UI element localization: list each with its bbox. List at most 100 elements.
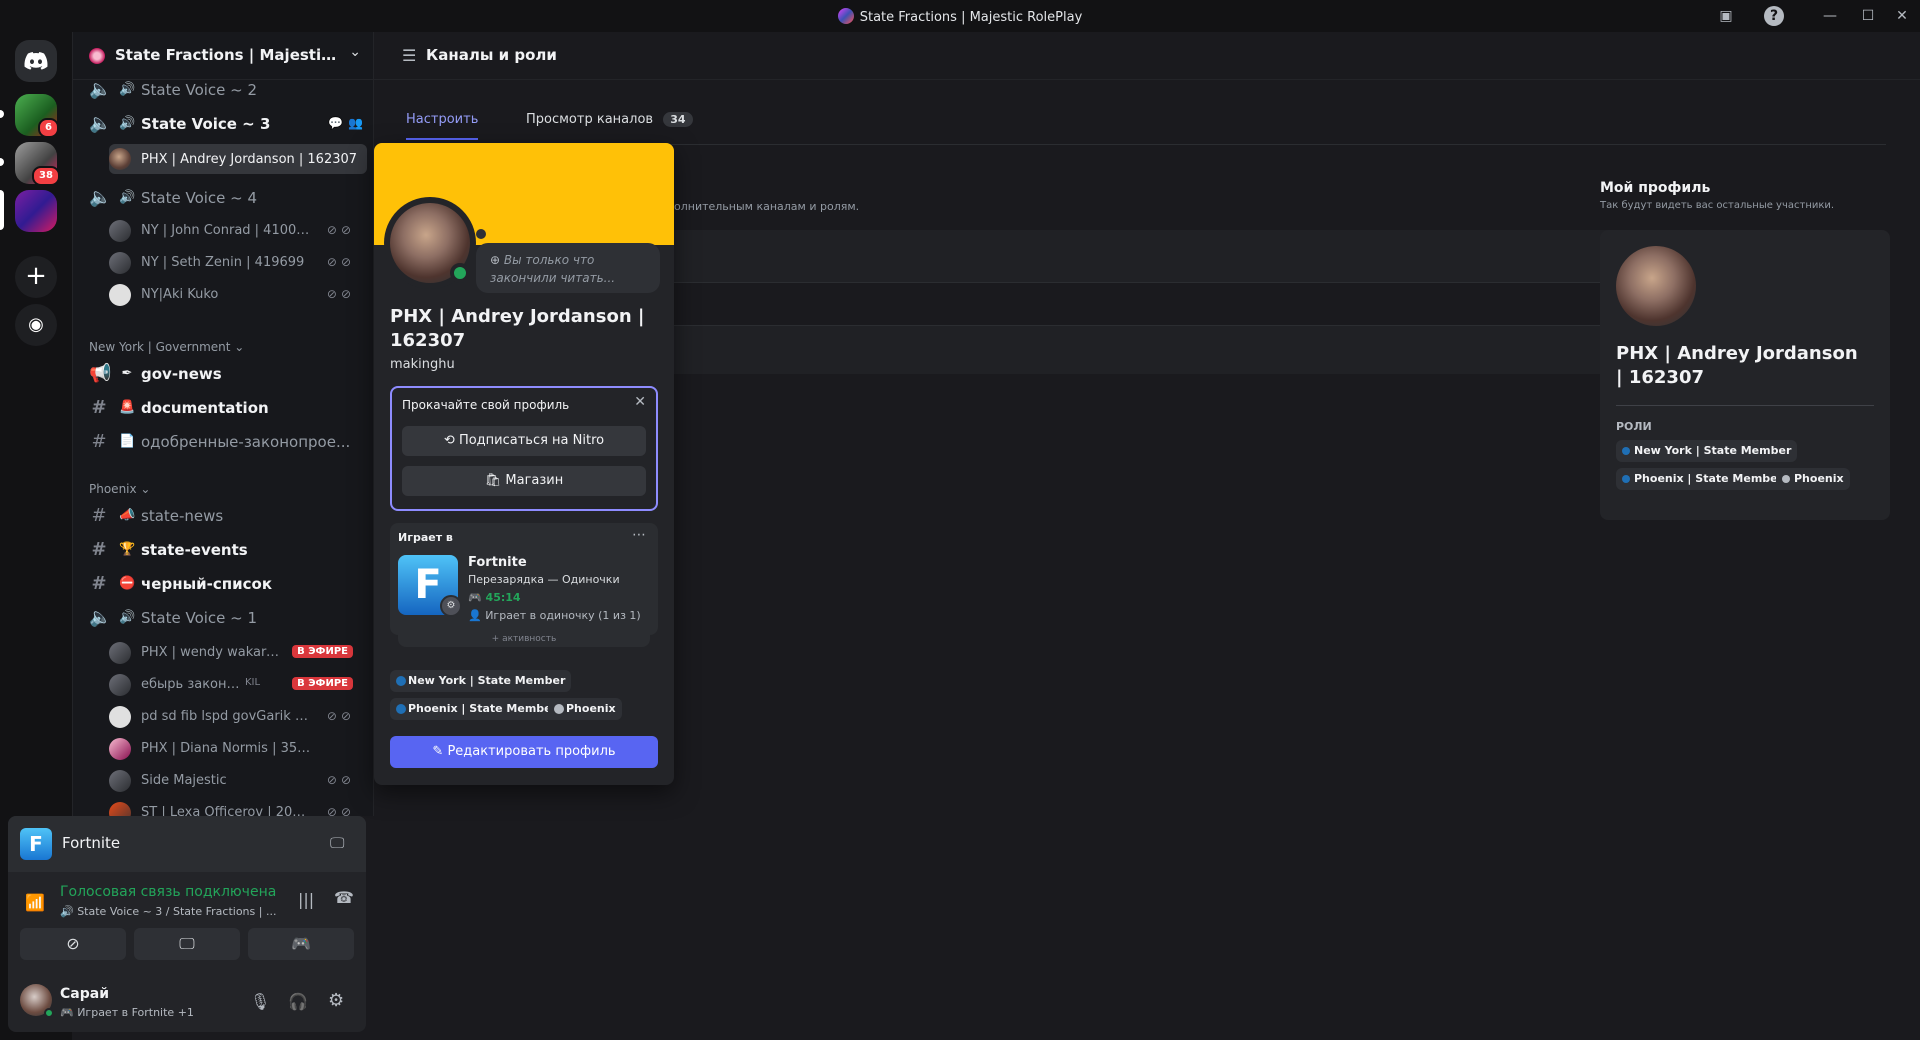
custom-status-input[interactable]: ⊕ Вы только что закончили читать... [476,243,660,293]
game-timer: 🎮 45:14 [468,591,521,604]
channel-list: State Fractions | Majestic Role... ⌄ 🔈 🔊… [72,32,375,816]
text-channel[interactable]: # 📄 одобренные-законопрое... [81,426,367,458]
activities-button[interactable]: 🎮 [248,928,354,960]
window-title: State Fractions | Majestic RolePlay [0,8,1920,25]
gamepad-icon: 🎮 [468,591,482,604]
microphone-icon[interactable]: 🎙 [250,992,270,1011]
party-icon: 👤 [468,609,482,622]
voice-user[interactable]: PHX | wendy wakare... В ЭФИРЕ [109,640,359,666]
voice-user[interactable]: NY | John Conrad | 410089 ⊘⊘ [109,218,359,244]
signal-icon[interactable]: 📶 [20,888,50,918]
speaker-icon: 🔈 [89,187,112,208]
voice-user[interactable]: PHX | Diana Normis | 35059 [109,736,359,762]
voice-user[interactable]: Side Majestic ⊘⊘ [109,768,359,794]
speaker-icon: 🔈 [89,113,112,134]
inbox-icon[interactable]: ▣ [1716,6,1736,26]
role-chip: Phoenix [548,698,622,720]
minimize-button[interactable]: — [1820,6,1840,26]
voice-channel[interactable]: 🔈 🔊 State Voice ~ 1 [81,602,367,634]
voice-user[interactable]: ST | Lexa Officerov | 202... ⊘⊘ [109,800,359,816]
username[interactable]: Сарай [60,986,109,1002]
speaker-icon: 🔊 [119,190,136,205]
voice-user[interactable]: NY|Aki Kuko ⊘⊘ [109,282,359,308]
muted-deafened-icon: ⊘⊘ [326,709,355,723]
noise-suppression-icon[interactable]: ||| [298,890,314,909]
profile-name: PHX | Andrey Jordanson | 162307 [1616,343,1858,388]
voice-channel[interactable]: 🔈 🔊 State Voice ~ 2 [81,74,367,106]
voice-channel[interactable]: 🔈 🔊 State Voice ~ 4 [81,182,367,214]
unread-pill [0,158,4,166]
avatar [109,674,131,696]
voice-channel-active[interactable]: 🔈 🔊 State Voice ~ 3 💬 👥 [81,108,367,140]
shop-button[interactable]: 🛍 Магазин [402,466,646,496]
camera-off-button[interactable]: ⊘ [20,928,126,960]
headphones-icon[interactable]: 🎧 [288,992,308,1011]
nitro-upsell: Прокачайте свой профиль ✕ ⟲ Подписаться … [390,386,658,511]
text-channel[interactable]: # 🏆 state-events [81,534,367,566]
server-icon [837,8,854,24]
speaker-icon: 🔊 [119,82,136,97]
tab-browse[interactable]: Просмотр каналов 34 [526,112,693,127]
more-icon[interactable]: ⋯ [632,527,646,543]
subscribe-nitro-button[interactable]: ⟲ Подписаться на Nitro [402,426,646,456]
voice-user-self[interactable]: PHX | Andrey Jordanson | 162307 [109,144,367,174]
megaphone-icon: 📣 [119,508,136,523]
selected-pill [0,190,4,230]
activity-strip[interactable]: F Fortnite 🖵 [8,816,366,872]
game-name: Fortnite [468,555,527,570]
voice-channel-path[interactable]: 🔊 State Voice ~ 3 / State Fractions | ..… [60,905,280,918]
divider [1616,405,1874,406]
more-activity[interactable]: + активность [398,635,650,647]
role-color-dot [1782,475,1790,483]
close-button[interactable]: ✕ [1892,6,1912,26]
voice-status[interactable]: Голосовая связь подключена [60,884,276,900]
voice-user[interactable]: pd sd fib lspd govGarik Fr... ⊘⊘ [109,704,359,730]
muted-deafened-icon: ⊘⊘ [326,773,355,787]
text-channel[interactable]: 📢 ✒ gov-news [81,358,367,390]
bubble-tail [476,229,486,239]
maximize-button[interactable]: ☐ [1858,6,1878,26]
tab-underline [406,138,478,140]
channel-count-badge: 34 [663,112,693,127]
discover-icon[interactable]: ◉ [15,304,57,346]
tab-customize[interactable]: Настроить [406,112,478,127]
server-icon-state-fractions[interactable] [15,190,57,232]
game-badge-icon: ⚙ [440,595,462,617]
disconnect-icon[interactable]: ☎ [334,888,354,907]
text-channel[interactable]: # 📣 state-news [81,500,367,532]
hash-icon: # [91,505,107,526]
chat-icon[interactable]: 💬 [328,116,343,130]
close-icon[interactable]: ✕ [634,394,646,410]
hash-icon: # [91,539,107,560]
server-badge-icon [89,48,105,64]
text-channel[interactable]: # ⛔ черный-список [81,568,367,600]
role-color-dot [396,676,406,686]
category-header[interactable]: Phoenix ⌄ [89,482,150,496]
edit-profile-button[interactable]: ✎ Редактировать профиль [390,736,658,768]
gear-icon[interactable]: ⚙ [328,990,344,1011]
question-dropdown[interactable]: ⌄ [566,282,1630,326]
discord-home-icon[interactable] [15,40,57,82]
profile-popout: ⊕ Вы только что закончили читать... PHX … [374,143,674,785]
avatar [109,738,131,760]
username[interactable]: makinghu [390,357,455,372]
avatar [109,252,131,274]
category-header[interactable]: New York | Government ⌄ [89,340,244,354]
text-channel[interactable]: # 🚨 documentation [81,392,367,424]
no-entry-icon: ⛔ [119,576,136,591]
add-server-icon[interactable]: + [15,256,57,298]
avatar [109,706,131,728]
siren-icon: 🚨 [119,400,136,415]
role-chip: Phoenix | State Member [390,698,564,720]
speaker-icon: 🔈 [89,607,112,628]
add-user-icon[interactable]: 👥 [348,116,363,130]
role-chip: Phoenix | State Member [1616,468,1790,490]
voice-user[interactable]: ебырь законки KIL В ЭФИРЕ [109,672,359,698]
roles-label: РОЛИ [1616,420,1652,433]
muted-deafened-icon: ⊘⊘ [326,255,355,269]
help-icon[interactable]: ? [1764,6,1784,26]
voice-user[interactable]: NY | Seth Zenin | 419699 ⊘⊘ [109,250,359,276]
guild-header[interactable]: State Fractions | Majestic Role... ⌄ [73,32,375,80]
screen-share-button[interactable]: 🖵 [134,928,240,960]
stream-icon[interactable]: 🖵 [330,834,344,852]
